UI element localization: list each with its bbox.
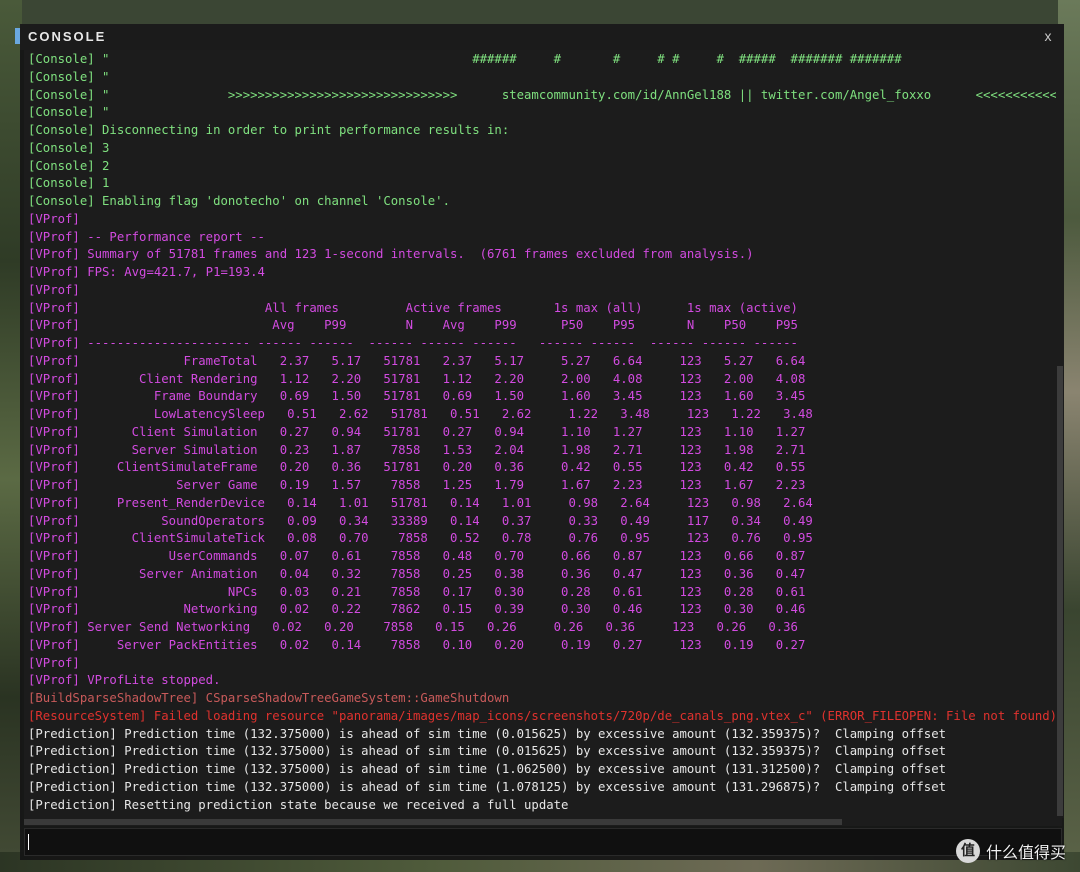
log-line: [Console] " ###### # # # # # ##### #####…	[28, 52, 902, 66]
log-line: [VProf] SoundOperators 0.09 0.34 33389 0…	[28, 513, 813, 528]
console-input[interactable]	[24, 828, 1062, 856]
log-line: [Console] Disconnecting in order to prin…	[28, 123, 510, 137]
log-lines: [Console] " ###### # # # # # ##### #####…	[28, 51, 1062, 814]
log-line: [VProf] Summary of 51781 frames and 123 …	[28, 247, 754, 262]
log-line: [Console] 2	[28, 158, 110, 173]
log-line: [VProf] LowLatencySleep 0.51 2.62 51781 …	[28, 407, 813, 421]
log-line: [VProf] Present_RenderDevice 0.14 1.01 5…	[28, 495, 813, 510]
watermark-logo-icon: 值	[955, 839, 980, 863]
log-line: [Console] 3	[28, 140, 110, 155]
text-cursor	[28, 834, 29, 850]
log-line: [VProf] Server Simulation 0.23 1.87 7858…	[28, 442, 806, 457]
log-line: [Console] "	[28, 105, 110, 120]
log-line: [VProf] ClientSimulateFrame 0.20 0.36 51…	[28, 460, 806, 475]
log-line: [Prediction] Prediction time (132.375000…	[28, 762, 947, 776]
log-line: [VProf] ---------------------- ------ --…	[28, 336, 798, 350]
log-line: [Prediction] Resetting prediction state …	[28, 797, 569, 812]
game-background-left	[0, 0, 22, 872]
log-line: [VProf] Server PackEntities 0.02 0.14 78…	[28, 637, 806, 652]
log-line: [VProf] FrameTotal 2.37 5.17 51781 2.37 …	[28, 353, 806, 368]
log-line: [VProf]	[28, 655, 80, 670]
log-line: [VProf]	[28, 282, 80, 297]
log-line: [Console] "	[28, 69, 110, 84]
watermark: 值 什么值得买	[955, 838, 1066, 864]
log-line: [VProf] Server Send Networking 0.02 0.20…	[28, 620, 798, 634]
title-accent-icon	[15, 28, 20, 44]
vertical-scrollbar-thumb[interactable]	[1057, 366, 1063, 816]
log-line: [ResourceSystem] Failed loading resource…	[28, 708, 1058, 723]
log-line: [VProf] VProfLite stopped.	[28, 673, 221, 688]
log-line: [BuildSparseShadowTree] CSparseShadowTre…	[28, 691, 510, 705]
log-line: [VProf] UserCommands 0.07 0.61 7858 0.48…	[28, 549, 806, 563]
log-line: [VProf] Server Animation 0.04 0.32 7858 …	[28, 566, 806, 581]
log-line: [VProf] Avg P99 N Avg P99 P50 P95 N P50 …	[28, 318, 798, 333]
log-line: [Prediction] Prediction time (132.375000…	[28, 726, 947, 741]
log-line: [VProf] Server Game 0.19 1.57 7858 1.25 …	[28, 478, 806, 492]
log-line: [VProf] FPS: Avg=421.7, P1=193.4	[28, 265, 265, 279]
log-line: [Prediction] Prediction time (132.375000…	[28, 779, 947, 794]
log-line: [Prediction] Prediction time (132.375000…	[28, 744, 947, 759]
console-log[interactable]: [Console] " ###### # # # # # ##### #####…	[24, 50, 1062, 818]
console-window: CONSOLE x [Console] " ###### # # # # # #…	[15, 24, 1064, 860]
horizontal-scrollbar[interactable]	[24, 818, 1062, 826]
log-line: [VProf] ClientSimulateTick 0.08 0.70 785…	[28, 531, 813, 546]
console-title: CONSOLE	[28, 29, 107, 44]
log-line: [VProf] Networking 0.02 0.22 7862 0.15 0…	[28, 602, 806, 617]
log-line: [Console] 1	[28, 176, 110, 191]
log-line: [VProf] All frames Active frames 1s max …	[28, 300, 798, 315]
horizontal-scrollbar-thumb[interactable]	[24, 819, 842, 825]
log-line: [VProf] Client Rendering 1.12 2.20 51781…	[28, 371, 806, 386]
log-line: [VProf]	[28, 211, 80, 226]
log-line: [Console] " >>>>>>>>>>>>>>>>>>>>>>>>>>>>…	[28, 87, 1062, 102]
console-titlebar[interactable]: CONSOLE x	[15, 24, 1064, 50]
log-line: [VProf] NPCs 0.03 0.21 7858 0.17 0.30 0.…	[28, 584, 806, 599]
log-line: [VProf] Client Simulation 0.27 0.94 5178…	[28, 424, 806, 439]
watermark-text: 什么值得买	[985, 843, 1066, 862]
close-icon[interactable]: x	[1040, 28, 1056, 44]
log-line: [VProf] -- Performance report --	[28, 229, 265, 244]
log-line: [VProf] Frame Boundary 0.69 1.50 51781 0…	[28, 389, 806, 404]
log-line: [Console] Enabling flag 'donotecho' on c…	[28, 194, 450, 208]
